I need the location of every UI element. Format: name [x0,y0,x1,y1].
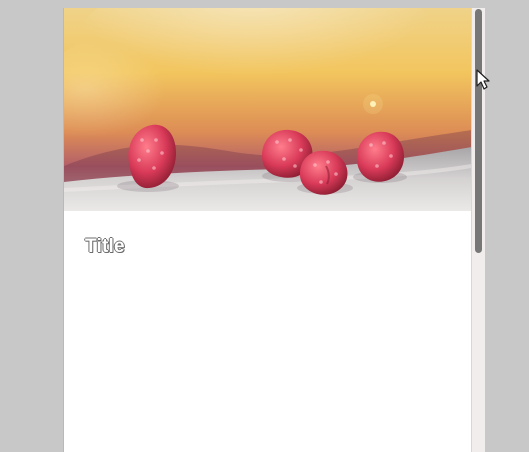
raspberries-photo [64,8,471,211]
scrollbar-thumb[interactable] [475,9,482,253]
hero-image [64,8,471,211]
card: Title [63,8,471,452]
mouse-pointer-icon [476,69,490,90]
card-title: Title [85,236,125,257]
window: Title [0,0,529,452]
